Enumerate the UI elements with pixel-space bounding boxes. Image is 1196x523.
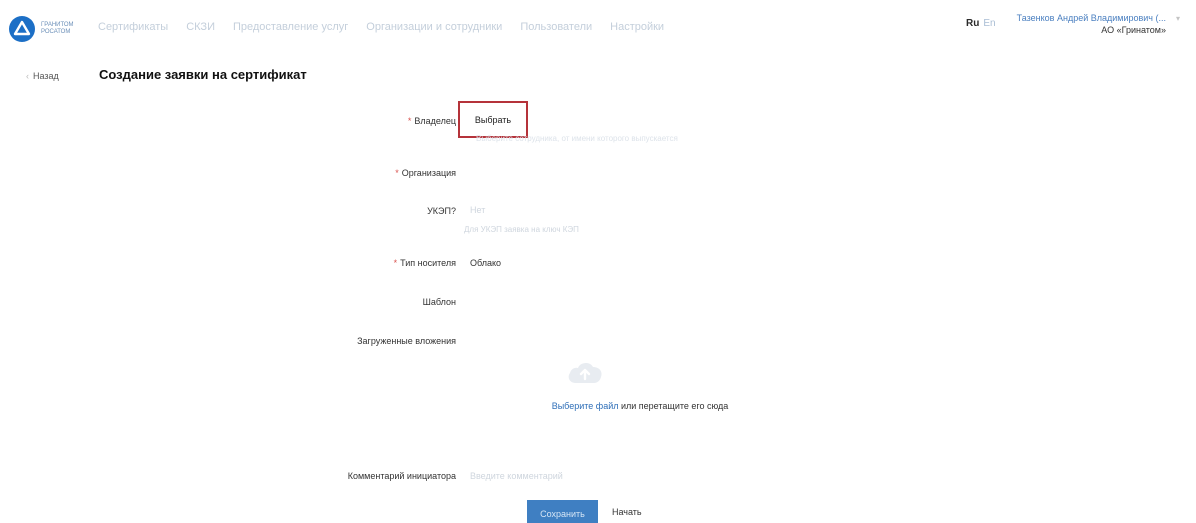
- media-type-label: * Тип носителя: [394, 258, 456, 268]
- required-marker: *: [395, 168, 399, 178]
- ukep-hint: Для УКЭП заявка на ключ КЭП: [464, 225, 579, 234]
- user-name: Тазенков Андрей Владимирович (...: [1016, 13, 1166, 23]
- main-nav: Сертификаты СКЗИ Предоставление услуг Ор…: [98, 21, 664, 33]
- user-menu[interactable]: Тазенков Андрей Владимирович (... АО «Гр…: [1017, 12, 1166, 36]
- choose-file-link[interactable]: Выберите файл: [552, 401, 619, 411]
- owner-label: * Владелец: [408, 116, 456, 126]
- chevron-left-icon: ‹: [26, 71, 29, 81]
- owner-hint: Выберите сотрудника, от имени которого в…: [476, 134, 678, 143]
- back-label: Назад: [33, 71, 59, 81]
- attachments-label: Загруженные вложения: [357, 336, 456, 346]
- media-type-label-text: Тип носителя: [400, 258, 456, 268]
- nav-item-organizations[interactable]: Организации и сотрудники: [366, 21, 502, 33]
- logo[interactable]: ГРАНИТОМ РОСАТОМ: [9, 16, 74, 42]
- rosatom-logo-icon: [9, 16, 35, 42]
- nav-item-users[interactable]: Пользователи: [520, 21, 592, 33]
- lang-en[interactable]: En: [983, 18, 995, 29]
- nav-item-services[interactable]: Предоставление услуг: [233, 21, 348, 33]
- lang-ru[interactable]: Ru: [966, 18, 979, 29]
- language-switcher: Ru En: [966, 18, 996, 29]
- nav-item-certificates[interactable]: Сертификаты: [98, 21, 168, 33]
- dropzone-text: Выберите файл или перетащите его сюда: [490, 401, 790, 411]
- back-link[interactable]: ‹ Назад: [26, 71, 59, 81]
- media-type-select[interactable]: Облако: [470, 258, 501, 268]
- owner-label-text: Владелец: [414, 116, 456, 126]
- cancel-button[interactable]: Начать: [612, 507, 642, 517]
- required-marker: *: [407, 116, 412, 126]
- logo-line-1: ГРАНИТОМ: [41, 22, 74, 28]
- nav-item-settings[interactable]: Настройки: [610, 21, 664, 33]
- ukep-value[interactable]: Нет: [470, 205, 485, 215]
- organization-label-text: Организация: [401, 168, 456, 178]
- save-button[interactable]: Сохранить: [527, 500, 598, 523]
- organization-label: * Организация: [395, 168, 456, 178]
- comment-input[interactable]: Введите комментарий: [470, 471, 563, 481]
- cloud-upload-icon: [568, 362, 602, 383]
- nav-item-skzi[interactable]: СКЗИ: [186, 21, 215, 33]
- top-header: ГРАНИТОМ РОСАТОМ Сертификаты СКЗИ Предос…: [0, 0, 1196, 56]
- comment-label: Комментарий инициатора: [347, 471, 456, 481]
- dropzone-hint: или перетащите его сюда: [618, 401, 729, 411]
- user-organization: АО «Гринатом»: [1101, 25, 1166, 35]
- logo-line-2: РОСАТОМ: [41, 29, 71, 35]
- ukep-label: УКЭП?: [427, 206, 456, 216]
- chevron-down-icon[interactable]: ▾: [1176, 14, 1180, 23]
- template-label: Шаблон: [422, 297, 456, 307]
- page-title: Создание заявки на сертификат: [99, 67, 307, 82]
- logo-text: ГРАНИТОМ РОСАТОМ: [41, 22, 74, 36]
- file-dropzone[interactable]: Выберите файл или перетащите его сюда: [470, 345, 800, 440]
- required-marker: *: [393, 258, 398, 268]
- choose-owner-button[interactable]: Выбрать: [458, 101, 528, 138]
